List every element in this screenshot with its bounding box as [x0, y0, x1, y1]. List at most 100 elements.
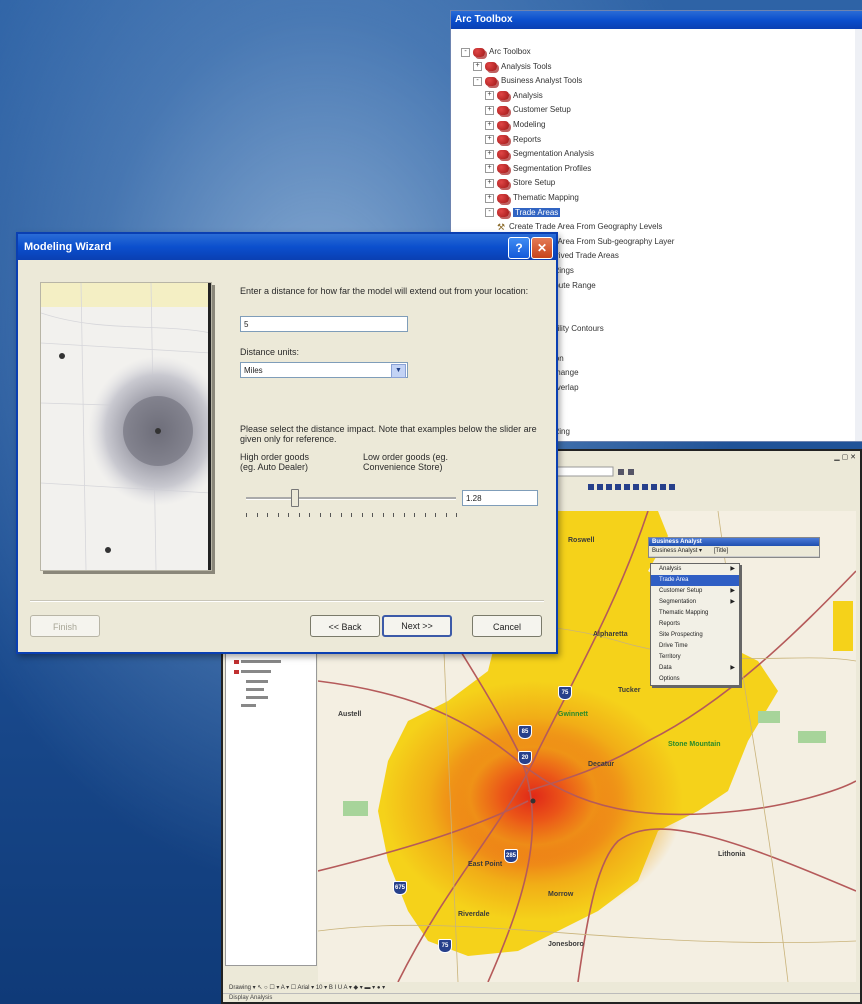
toolbox-title: Arc Toolbox	[451, 11, 862, 29]
toolbox-icon	[485, 62, 497, 72]
location-marker-icon	[105, 547, 111, 553]
toolbox-folder-item[interactable]: + Modeling	[485, 118, 545, 132]
slider-tick	[414, 513, 415, 517]
units-select[interactable]: Miles ▼	[240, 362, 408, 378]
tree-item-label: Create Trade Area From Geography Levels	[509, 222, 663, 232]
impact-slider-thumb[interactable]	[291, 489, 299, 507]
menu-item-label: Territory	[659, 654, 681, 660]
expand-icon[interactable]: +	[485, 120, 494, 130]
location-marker-icon	[59, 353, 65, 359]
slider-tick	[319, 513, 321, 517]
submenu-arrow-icon: ▶	[730, 665, 735, 671]
collapse-icon[interactable]: -	[461, 47, 470, 57]
toolbox-folder-item[interactable]: - Arc Toolbox	[461, 45, 531, 59]
expand-icon[interactable]: +	[485, 149, 494, 159]
menu-item[interactable]: Territory	[651, 652, 739, 663]
distance-preview-image	[40, 282, 212, 571]
menu-item-label: Thematic Mapping	[659, 610, 709, 616]
menu-item-label: Trade Area	[659, 577, 689, 583]
menu-item[interactable]: Drive Time	[651, 641, 739, 652]
menu-item-label: Analysis	[659, 566, 682, 572]
slider-tick	[456, 513, 457, 517]
slider-tick	[382, 513, 384, 517]
drawing-toolbar[interactable]: Drawing ▾ ↖ ○ ☐ ▾ A ▾ ☐ Arial ▾ 10 ▾ B I…	[223, 983, 860, 993]
menu-item-label: Options	[659, 676, 680, 682]
dialog-separator	[30, 600, 544, 602]
tree-item-label: Analysis	[513, 90, 543, 100]
expand-icon[interactable]: +	[485, 178, 494, 188]
business-analyst-menu[interactable]: Analysis ▶ Trade Area Customer Setup ▶ Segmen…	[650, 563, 740, 686]
slider-tick	[435, 513, 436, 517]
close-button[interactable]: ✕	[531, 237, 553, 259]
ba-toolbar-row[interactable]: Business Analyst ▾ [Title]	[649, 546, 819, 557]
toolbox-folder-item[interactable]: + Analysis Tools	[473, 60, 552, 74]
expand-icon[interactable]: +	[485, 164, 494, 174]
help-button[interactable]: ?	[508, 237, 530, 259]
expand-icon[interactable]: +	[473, 62, 482, 72]
business-analyst-toolbar[interactable]: Business Analyst Business Analyst ▾ [Tit…	[648, 537, 820, 558]
slider-tick	[372, 513, 373, 517]
menu-item-label: Segmentation	[659, 599, 697, 605]
map-label: Jonesboro	[548, 941, 584, 948]
next-button[interactable]: Next >>	[382, 615, 452, 637]
toolbox-folder-item[interactable]: + Store Setup	[485, 176, 555, 190]
menu-item[interactable]: Trade Area	[651, 575, 739, 586]
ba-dropdown[interactable]: Business Analyst	[652, 548, 697, 554]
menu-item-label: Site Prospecting	[659, 632, 703, 638]
menu-item[interactable]: Options	[651, 674, 739, 685]
collapse-icon[interactable]: -	[473, 76, 482, 86]
toolbox-folder-item[interactable]: + Segmentation Analysis	[485, 147, 594, 161]
collapse-icon[interactable]: -	[485, 208, 494, 218]
toolbox-icon	[497, 105, 509, 115]
location-marker-icon	[155, 428, 161, 434]
ba-field[interactable]: [Title]	[714, 548, 728, 554]
expand-icon[interactable]: +	[485, 91, 494, 101]
toolbox-icon	[497, 164, 509, 174]
interstate-shield-icon: 675	[393, 881, 407, 895]
menu-item[interactable]: Segmentation ▶	[651, 597, 739, 608]
impact-value-input[interactable]: 1.28	[462, 490, 538, 506]
toolbox-folder-item[interactable]: - Business Analyst Tools	[473, 74, 582, 88]
finish-button[interactable]: Finish	[30, 615, 100, 637]
menu-item[interactable]: Site Prospecting	[651, 630, 739, 641]
toolbox-folder-item[interactable]: + Thematic Mapping	[485, 191, 579, 205]
expand-icon[interactable]: +	[485, 135, 494, 145]
back-button[interactable]: << Back	[310, 615, 380, 637]
toolbox-folder-item[interactable]: + Analysis	[485, 89, 543, 103]
impact-slider-track[interactable]	[246, 497, 456, 500]
expand-icon[interactable]: +	[485, 193, 494, 203]
high-order-label: High order goods (eg. Auto Dealer)	[240, 452, 310, 472]
arcmap-window-buttons[interactable]: ▁ ▢ ✕	[834, 453, 856, 461]
impact-prompt: Please select the distance impact. Note …	[240, 424, 537, 444]
map-label: Tucker	[618, 687, 641, 694]
toolbox-icon	[473, 47, 485, 57]
distance-input[interactable]: 5	[240, 316, 408, 332]
toolbox-icon	[497, 178, 509, 188]
toolbox-folder-item[interactable]: - Trade Areas	[485, 206, 561, 220]
interstate-shield-icon: 75	[438, 939, 452, 953]
slider-tick	[277, 513, 279, 517]
slider-tick	[424, 513, 426, 517]
submenu-arrow-icon: ▶	[730, 588, 735, 594]
toolbox-folder-item[interactable]: + Customer Setup	[485, 103, 571, 117]
cancel-button[interactable]: Cancel	[472, 615, 542, 637]
map-label: Riverdale	[458, 911, 490, 918]
slider-tick	[298, 513, 300, 517]
menu-item[interactable]: Analysis ▶	[651, 564, 739, 575]
toolbox-icon	[497, 193, 509, 203]
menu-item[interactable]: Reports	[651, 619, 739, 630]
slider-tick	[246, 513, 247, 517]
menu-item[interactable]: Data ▶	[651, 663, 739, 674]
tree-item-label: Trade Areas	[513, 207, 561, 217]
toolbox-folder-item[interactable]: + Reports	[485, 133, 541, 147]
menu-item[interactable]: Customer Setup ▶	[651, 586, 739, 597]
expand-icon[interactable]: +	[485, 105, 494, 115]
map-label: East Point	[468, 861, 503, 868]
toolbox-folder-item[interactable]: + Segmentation Profiles	[485, 162, 591, 176]
chevron-down-icon[interactable]: ▼	[391, 364, 406, 378]
toolbox-scrollbar[interactable]	[855, 29, 862, 441]
menu-item[interactable]: Thematic Mapping	[651, 608, 739, 619]
units-value: Miles	[244, 366, 263, 375]
map-park-label: Stone Mountain	[668, 741, 721, 748]
toolbox-icon	[497, 120, 509, 130]
